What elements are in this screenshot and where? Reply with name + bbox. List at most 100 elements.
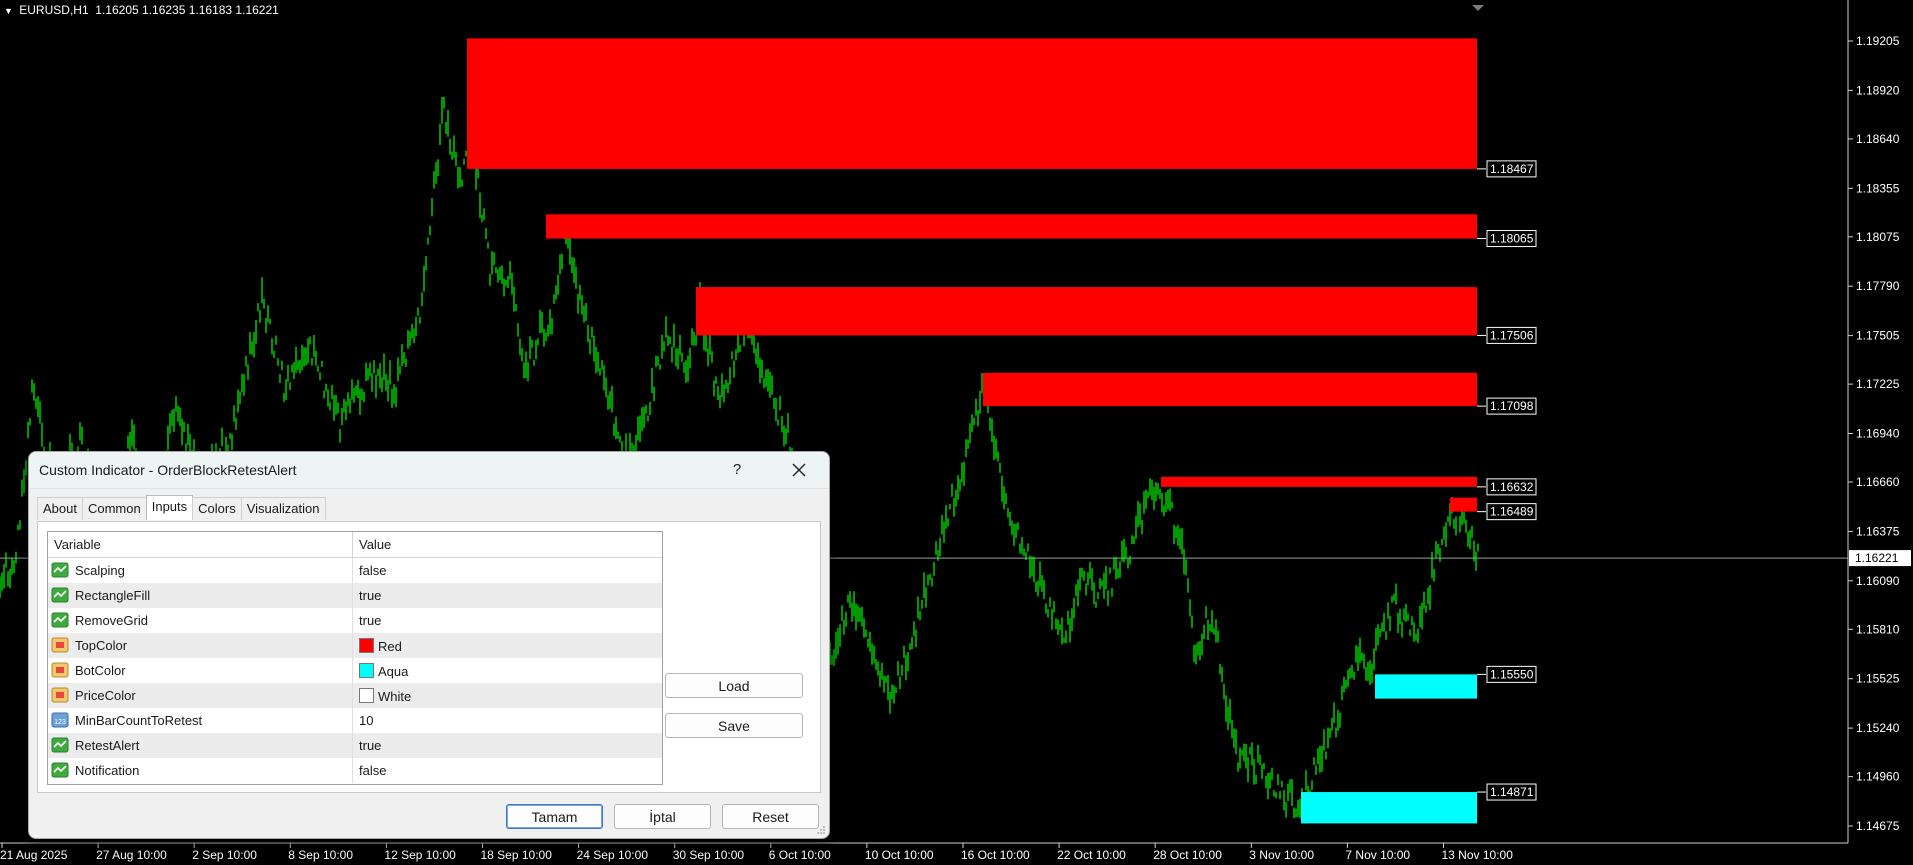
top-order-block[interactable]	[546, 214, 1477, 239]
price-tick-label: 1.18355	[1856, 181, 1900, 195]
cell-divider	[352, 658, 353, 683]
variable-name: RemoveGrid	[75, 613, 148, 628]
value-text: true	[359, 613, 382, 628]
table-row[interactable]: PriceColor White	[48, 683, 662, 708]
close-icon[interactable]	[787, 458, 811, 482]
load-button[interactable]: Load	[665, 673, 803, 698]
price-tick-label: 1.15810	[1856, 622, 1900, 636]
chart-symbol-title: ▼ EURUSD,H1 1.16205 1.16235 1.16183 1.16…	[4, 3, 279, 17]
resize-grip-icon[interactable]	[816, 825, 826, 835]
cancel-button[interactable]: İptal	[614, 804, 711, 829]
svg-text:123: 123	[54, 719, 66, 726]
price-tick-label: 1.16375	[1856, 524, 1900, 538]
color-swatch	[359, 688, 374, 703]
top-order-block[interactable]	[696, 287, 1477, 336]
variable-value[interactable]: true	[359, 613, 381, 628]
help-button[interactable]: ?	[725, 458, 749, 482]
price-tick-label: 1.16660	[1856, 475, 1900, 489]
tab-common[interactable]: Common	[81, 497, 147, 520]
ohlc-values: 1.16205 1.16235 1.16183 1.16221	[95, 3, 279, 17]
variable-value[interactable]: false	[359, 563, 386, 578]
price-tick-label: 1.17505	[1856, 329, 1900, 343]
variable-value[interactable]: true	[359, 588, 381, 603]
tab-bar: About Common Inputs Colors Visualization	[37, 495, 326, 521]
bottom-order-block[interactable]	[1375, 674, 1477, 699]
column-header-value[interactable]: Value	[359, 537, 391, 552]
current-price-label: 1.16221	[1855, 551, 1899, 565]
color-swatch	[359, 663, 374, 678]
table-row[interactable]: RectangleFill true	[48, 583, 662, 608]
variable-value[interactable]: White	[359, 688, 411, 704]
price-tick-label: 1.18920	[1856, 83, 1900, 97]
custom-indicator-dialog: Custom Indicator - OrderBlockRetestAlert…	[28, 451, 830, 839]
table-row[interactable]: Scalping false	[48, 558, 662, 583]
variable-value[interactable]: Red	[359, 638, 402, 654]
boolean-param-icon	[51, 612, 69, 628]
tab-about[interactable]: About	[37, 497, 83, 520]
price-tick-label: 1.19205	[1856, 34, 1900, 48]
cell-divider	[352, 558, 353, 583]
cell-divider	[352, 608, 353, 633]
variable-name: RectangleFill	[75, 588, 151, 603]
column-divider[interactable]	[352, 532, 353, 557]
block-price-label: 1.16632	[1490, 480, 1534, 494]
value-text: Aqua	[378, 664, 409, 679]
variable-value[interactable]: Aqua	[359, 663, 408, 679]
boolean-param-icon	[51, 762, 69, 778]
price-tick-label: 1.16940	[1856, 427, 1900, 441]
boolean-param-icon	[51, 562, 69, 578]
price-tick-label: 1.18640	[1856, 132, 1900, 146]
bottom-order-block[interactable]	[1301, 792, 1477, 824]
top-order-block[interactable]	[1450, 497, 1477, 512]
table-row[interactable]: TopColor Red	[48, 633, 662, 658]
table-row[interactable]: RemoveGrid true	[48, 608, 662, 633]
tab-visualization[interactable]: Visualization	[240, 497, 326, 520]
tab-colors[interactable]: Colors	[192, 497, 242, 520]
price-tick-label: 1.15240	[1856, 721, 1900, 735]
variable-name: BotColor	[75, 663, 126, 678]
color-param-icon	[51, 687, 69, 703]
table-row[interactable]: 123 MinBarCountToRetest 10	[48, 708, 662, 733]
block-price-label: 1.16489	[1490, 505, 1534, 519]
time-tick-label: 24 Sep 10:00	[577, 848, 649, 862]
reset-button[interactable]: Reset	[722, 804, 819, 829]
value-text: White	[378, 689, 412, 704]
time-tick-label: 6 Oct 10:00	[769, 848, 831, 862]
inputs-table: Variable Value Scalping false RectangleFil…	[47, 531, 663, 785]
price-tick-label: 1.14960	[1856, 770, 1900, 784]
variable-value[interactable]: false	[359, 763, 386, 778]
value-text: true	[359, 588, 382, 603]
caret-down-icon[interactable]: ▼	[4, 6, 13, 16]
value-text: false	[359, 763, 387, 778]
price-tick-label: 1.15525	[1856, 672, 1900, 686]
time-tick-label: 12 Sep 10:00	[384, 848, 456, 862]
time-tick-label: 27 Aug 10:00	[96, 848, 167, 862]
ok-button[interactable]: Tamam	[506, 804, 603, 829]
color-swatch	[359, 638, 374, 653]
column-header-variable[interactable]: Variable	[54, 537, 101, 552]
table-row[interactable]: BotColor Aqua	[48, 658, 662, 683]
tab-inputs[interactable]: Inputs	[145, 495, 194, 520]
variable-name: PriceColor	[75, 688, 136, 703]
color-param-icon	[51, 662, 69, 678]
top-order-block[interactable]	[467, 38, 1477, 169]
cell-divider	[352, 708, 353, 733]
dialog-titlebar[interactable]: Custom Indicator - OrderBlockRetestAlert…	[29, 452, 829, 489]
time-tick-label: 28 Oct 10:00	[1153, 848, 1222, 862]
time-tick-label: 7 Nov 10:00	[1345, 848, 1410, 862]
chart-shift-marker	[1472, 5, 1484, 11]
time-tick-label: 16 Oct 10:00	[961, 848, 1030, 862]
cell-divider	[352, 633, 353, 658]
variable-value[interactable]: 10	[359, 713, 373, 728]
table-row[interactable]: RetestAlert true	[48, 733, 662, 758]
value-text: 10	[359, 713, 374, 728]
boolean-param-icon	[51, 737, 69, 753]
value-text: false	[359, 563, 387, 578]
save-button[interactable]: Save	[665, 713, 803, 738]
top-order-block[interactable]	[983, 372, 1477, 407]
top-order-block[interactable]	[1161, 476, 1477, 487]
time-tick-label: 22 Oct 10:00	[1057, 848, 1126, 862]
variable-value[interactable]: true	[359, 738, 381, 753]
table-row[interactable]: Notification false	[48, 758, 662, 783]
block-price-label: 1.17098	[1490, 399, 1534, 413]
